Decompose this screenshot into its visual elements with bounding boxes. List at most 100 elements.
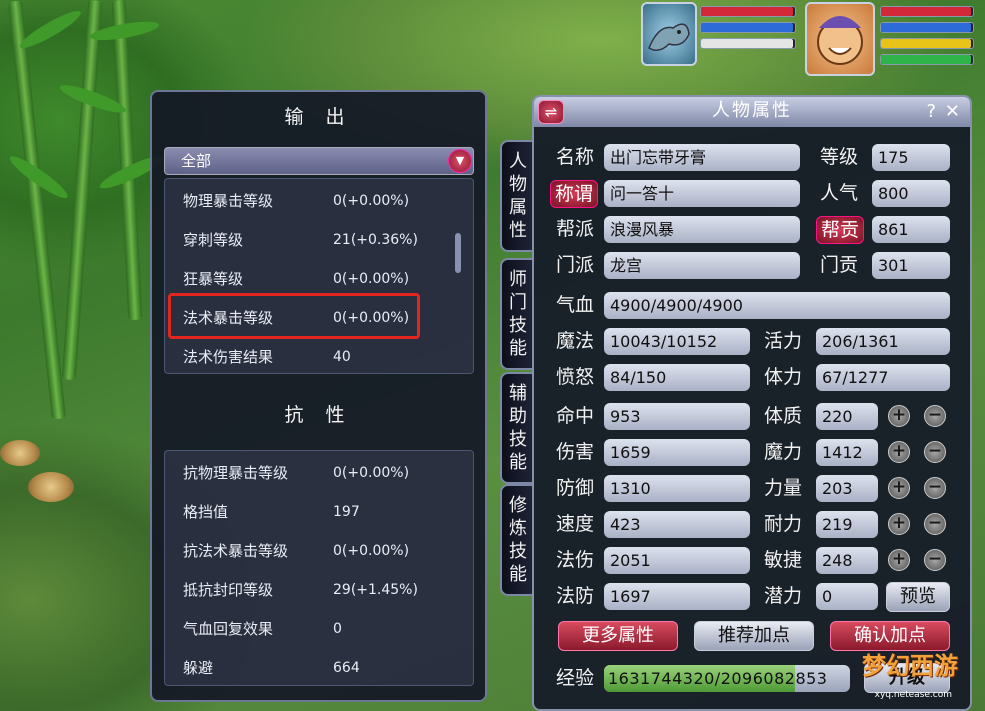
minus-icon[interactable]: − <box>924 513 946 535</box>
list-item: 抗法术暴击等级 0(+0.00%) <box>183 533 473 569</box>
level-field: 175 <box>872 144 950 171</box>
mp-field: 10043/10152 <box>604 328 750 355</box>
minus-icon[interactable]: − <box>924 477 946 499</box>
pet-portrait[interactable] <box>641 2 697 66</box>
output-title: 输 出 <box>284 106 353 128</box>
pet-exp-bar <box>701 39 794 48</box>
attribute-label: 敏捷 <box>764 549 803 571</box>
attribute-value: 0 <box>816 583 878 610</box>
attribute-value: 220 <box>816 403 878 430</box>
attribute-value: 248 <box>816 547 878 574</box>
stat-label: 穿刺等级 <box>183 231 244 249</box>
tab-label: 人物属性 <box>509 151 527 241</box>
stat-value: 197 <box>333 504 360 520</box>
exp-bar: 1631744320/2096082853 <box>604 665 850 692</box>
stat-label: 伤害 <box>556 441 595 463</box>
hp-label: 气血 <box>556 294 595 316</box>
stamina-label: 体力 <box>764 366 803 388</box>
character-attributes-window: 人物属性 ⇌ ? ✕ 名称 出门忘带牙膏 等级 175 称谓 问一答十 人气 8… <box>532 95 972 711</box>
window-titlebar: 人物属性 <box>534 97 970 127</box>
minus-icon[interactable]: − <box>924 549 946 571</box>
dragon-pet-icon <box>648 23 690 51</box>
tab-cultivation-skills[interactable]: 修炼技能 <box>500 484 534 596</box>
minus-icon[interactable]: − <box>924 441 946 463</box>
level-label: 等级 <box>820 146 859 168</box>
tab-label: 辅助技能 <box>509 383 527 473</box>
output-stat-list[interactable]: 物理暴击等级 0(+0.00%) 穿刺等级 21(+0.36%) 狂暴等级 0(+0.… <box>164 178 474 374</box>
stat-label: 速度 <box>556 513 595 535</box>
recommend-points-button[interactable]: 推荐加点 <box>694 621 814 651</box>
guild-field: 浪漫风暴 <box>604 216 800 243</box>
preview-button[interactable]: 预览 <box>886 582 950 612</box>
help-icon[interactable]: ? <box>926 99 936 125</box>
tab-character-attributes[interactable]: 人物属性 <box>500 140 534 252</box>
school-field: 龙宫 <box>604 252 800 279</box>
output-filter-select[interactable]: 全部 ▼ <box>164 147 474 175</box>
close-icon[interactable]: ✕ <box>945 99 960 125</box>
attribute-label: 潜力 <box>764 585 803 607</box>
school-contribution-label: 门贡 <box>820 254 859 276</box>
player-exp-bar <box>881 55 972 64</box>
popularity-field: 800 <box>872 180 950 207</box>
plus-icon[interactable]: + <box>888 477 910 499</box>
stat-value: 1697 <box>604 583 750 610</box>
plus-icon[interactable]: + <box>888 549 910 571</box>
list-item: 物理暴击等级 0(+0.00%) <box>183 183 473 219</box>
tab-label: 师门技能 <box>509 269 527 359</box>
title-button[interactable]: 称谓 <box>550 180 599 208</box>
list-item: 抵抗封印等级 29(+1.45%) <box>183 572 473 608</box>
tab-label: 修炼技能 <box>509 495 527 585</box>
stat-label: 气血回复效果 <box>183 620 274 638</box>
stat-value: 21(+0.36%) <box>333 232 418 248</box>
stat-label: 物理暴击等级 <box>183 192 274 210</box>
name-field: 出门忘带牙膏 <box>604 144 800 171</box>
minus-icon[interactable]: − <box>924 405 946 427</box>
scrollbar-thumb[interactable] <box>455 233 461 273</box>
resist-title: 抗 性 <box>284 404 353 426</box>
stat-label: 狂暴等级 <box>183 270 244 288</box>
stat-label: 格挡值 <box>183 503 229 521</box>
plus-icon[interactable]: + <box>888 405 910 427</box>
attribute-value: 1412 <box>816 439 878 466</box>
logo-url: xyq.netease.com <box>874 690 952 700</box>
player-portrait[interactable] <box>805 2 875 76</box>
hp-field: 4900/4900/4900 <box>604 292 950 319</box>
game-logo: 梦幻西游 xyq.netease.com <box>840 640 982 710</box>
stat-label: 法术伤害结果 <box>183 348 274 366</box>
stat-label: 命中 <box>556 405 595 427</box>
logo-text: 梦幻西游 <box>862 652 958 680</box>
stamina-field: 67/1277 <box>816 364 950 391</box>
stat-label: 法防 <box>556 585 595 607</box>
swap-icon[interactable]: ⇌ <box>538 100 564 124</box>
stat-label: 躲避 <box>183 659 214 677</box>
plus-icon[interactable]: + <box>888 513 910 535</box>
pet-mp-bar <box>701 23 794 32</box>
mp-label: 魔法 <box>556 330 595 352</box>
list-item: 气血回复效果 0 <box>183 611 473 647</box>
stat-value: 423 <box>604 511 750 538</box>
more-attributes-button[interactable]: 更多属性 <box>558 621 678 651</box>
popularity-label: 人气 <box>820 182 859 204</box>
player-face-icon <box>817 16 863 65</box>
stat-value: 0 <box>333 621 342 637</box>
list-item: 格挡值 197 <box>183 494 473 530</box>
stat-label: 抗法术暴击等级 <box>183 542 289 560</box>
output-filter-value: 全部 <box>181 152 212 170</box>
exp-label: 经验 <box>556 667 595 689</box>
stat-label: 防御 <box>556 477 595 499</box>
player-mp-bar <box>881 23 972 32</box>
attribute-label: 力量 <box>764 477 803 499</box>
tab-school-skills[interactable]: 师门技能 <box>500 258 534 370</box>
chevron-down-icon[interactable]: ▼ <box>448 149 472 173</box>
list-item: 穿刺等级 21(+0.36%) <box>183 222 473 258</box>
list-item: 狂暴等级 0(+0.00%) <box>183 261 473 297</box>
stat-value: 664 <box>333 660 360 676</box>
list-item: 法术伤害结果 40 <box>183 339 473 375</box>
tab-assist-skills[interactable]: 辅助技能 <box>500 372 534 484</box>
guild-contribution-button[interactable]: 帮贡 <box>816 216 865 244</box>
plus-icon[interactable]: + <box>888 441 910 463</box>
vitality-label: 活力 <box>764 330 803 352</box>
attribute-value: 219 <box>816 511 878 538</box>
output-panel: 输 出 全部 ▼ 物理暴击等级 0(+0.00%) 穿刺等级 21(+0.36%) … <box>150 90 487 702</box>
stat-label: 法伤 <box>556 549 595 571</box>
